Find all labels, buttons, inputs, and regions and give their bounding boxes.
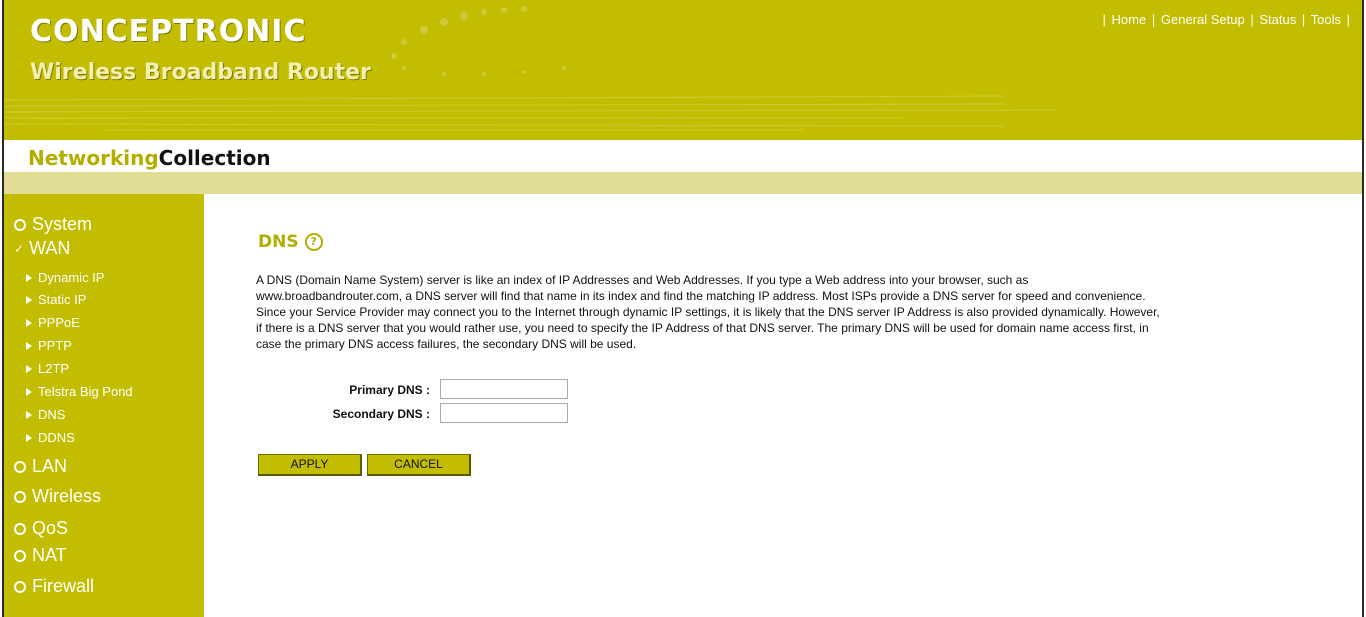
circle-bullet-icon (14, 522, 26, 535)
sidebar-item-label: DDNS (38, 430, 75, 445)
sidebar-item-label: WAN (29, 238, 71, 258)
circle-bullet-icon (14, 490, 26, 503)
check-icon: ✓ (14, 241, 25, 256)
apply-button[interactable]: APPLY (258, 454, 362, 476)
sidebar-item-label: PPTP (38, 338, 72, 353)
sidebar-item-label: NAT (32, 545, 67, 565)
nav-tools-link[interactable]: Tools (1311, 12, 1341, 27)
sidebar-item-dynamic-ip[interactable]: Dynamic IP (26, 270, 104, 285)
triangle-right-icon (26, 410, 32, 419)
sidebar-item-wan[interactable]: ✓ WAN (14, 238, 70, 259)
circle-bullet-icon (14, 549, 26, 562)
sidebar-item-telstra-big-pond[interactable]: Telstra Big Pond (26, 384, 133, 399)
divider-bar (4, 172, 1362, 194)
circle-bullet-icon (14, 580, 26, 593)
main-content: DNS ? A DNS (Domain Name System) server … (204, 194, 1362, 617)
nav-status-link[interactable]: Status (1259, 12, 1296, 27)
sidebar-item-pptp[interactable]: PPTP (26, 338, 72, 353)
sidebar-item-dns[interactable]: DNS (26, 407, 65, 422)
triangle-right-icon (26, 273, 32, 282)
description-line: www.broadbandrouter.com, a DNS server wi… (256, 289, 1146, 303)
sidebar-item-static-ip[interactable]: Static IP (26, 292, 86, 307)
description-line: Since your Service Provider may connect … (256, 305, 1160, 319)
sidebar-item-l2tp[interactable]: L2TP (26, 361, 69, 376)
sidebar-item-wireless[interactable]: Wireless (14, 486, 101, 507)
primary-dns-input[interactable] (440, 379, 568, 399)
triangle-right-icon (26, 341, 32, 350)
sidebar-item-ddns[interactable]: DDNS (26, 430, 75, 445)
sidebar-item-lan[interactable]: LAN (14, 456, 67, 477)
page-title: DNS ? (258, 232, 323, 252)
secondary-dns-label: Secondary DNS : (332, 407, 430, 421)
triangle-right-icon (26, 295, 32, 304)
nav-home-link[interactable]: Home (1112, 12, 1147, 27)
circle-bullet-icon (14, 218, 26, 231)
collection-strip: NetworkingCollection (4, 140, 1362, 172)
sidebar-item-label: Dynamic IP (38, 270, 105, 285)
circle-bullet-icon (14, 460, 26, 473)
sidebar-item-label: LAN (32, 456, 68, 476)
triangle-right-icon (26, 387, 32, 396)
description-line: if there is a DNS server that you would … (256, 321, 1149, 335)
product-name: Wireless Broadband Router (30, 60, 371, 85)
collection-title-part2: Collection (158, 146, 271, 170)
sidebar-item-label: L2TP (38, 361, 70, 376)
collection-title-part1: Networking (28, 146, 159, 170)
sidebar-item-label: Telstra Big Pond (38, 384, 133, 399)
triangle-right-icon (26, 364, 32, 373)
sidebar-item-label: PPPoE (38, 315, 80, 330)
sidebar-item-firewall[interactable]: Firewall (14, 576, 94, 597)
nav-general-setup-link[interactable]: General Setup (1161, 12, 1245, 27)
sidebar-item-label: DNS (38, 407, 66, 422)
sidebar-item-label: QoS (32, 518, 69, 538)
secondary-dns-input[interactable] (440, 403, 568, 423)
sidebar-item-label: Firewall (32, 576, 95, 596)
brand-logo: CONCEPTRONIC (30, 14, 307, 49)
description-line: case the primary DNS access failures, th… (256, 337, 637, 351)
triangle-right-icon (26, 318, 32, 327)
sidebar-item-nat[interactable]: NAT (14, 545, 67, 566)
sidebar-item-label: Static IP (38, 292, 87, 307)
sidebar-item-label: System (32, 214, 93, 234)
cancel-button[interactable]: CANCEL (367, 454, 471, 476)
dns-description: A DNS (Domain Name System) server is lik… (256, 272, 1346, 352)
sidebar-item-pppoe[interactable]: PPPoE (26, 315, 80, 330)
sidebar-item-qos[interactable]: QoS (14, 518, 68, 539)
sidebar-item-system[interactable]: System (14, 214, 92, 235)
collection-title: NetworkingCollection (28, 146, 271, 170)
top-navigation: | Home | General Setup | Status | Tools … (1102, 12, 1350, 27)
triangle-right-icon (26, 433, 32, 442)
page-title-text: DNS (258, 232, 299, 252)
description-line: A DNS (Domain Name System) server is lik… (256, 273, 1029, 287)
sidebar: System ✓ WAN Dynamic IP Static IP PPPoE P… (4, 194, 204, 617)
header-banner: CONCEPTRONIC Wireless Broadband Router |… (4, 0, 1362, 140)
sidebar-item-label: Wireless (32, 486, 102, 506)
help-circle-icon[interactable]: ? (304, 233, 323, 251)
primary-dns-label: Primary DNS : (349, 383, 430, 397)
